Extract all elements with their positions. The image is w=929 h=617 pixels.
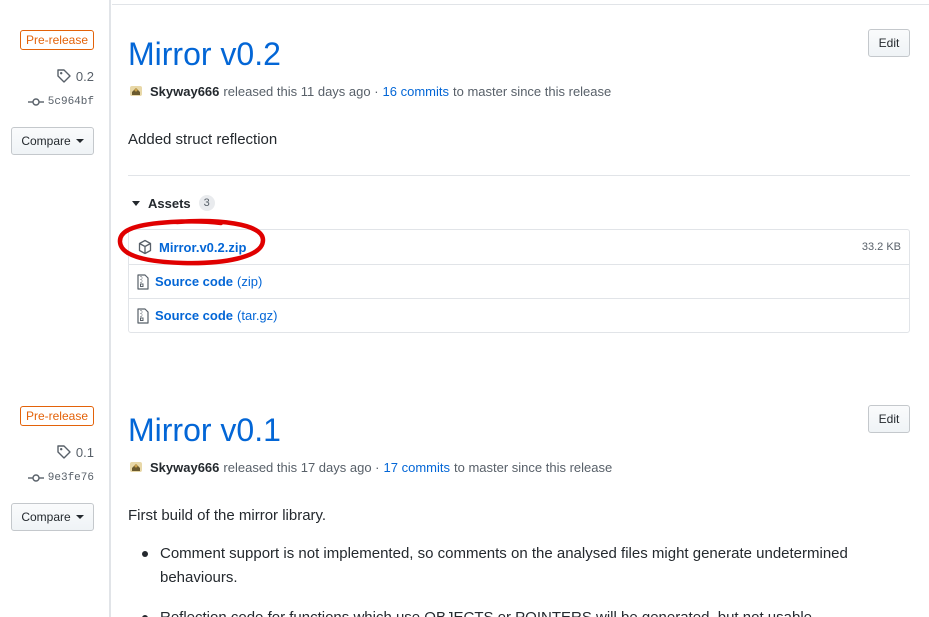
tag-icon	[57, 445, 71, 459]
list-item: Reflection code for functions which use …	[128, 606, 910, 617]
release-title[interactable]: Mirror v0.2	[128, 34, 281, 74]
avatar[interactable]	[128, 83, 144, 99]
edit-label: Edit	[878, 412, 900, 426]
commit-sha: 9e3fe76	[47, 472, 94, 484]
released-text: released this 17 days ago ·	[223, 459, 380, 475]
release-description: First build of the mirror library.	[128, 507, 327, 524]
source-code-zip-link[interactable]: Source code	[155, 274, 233, 289]
caret-down-icon	[75, 515, 84, 519]
commits-suffix: to master since this release	[453, 459, 613, 475]
triangle-down-icon	[132, 200, 140, 206]
tag-icon	[57, 69, 71, 83]
assets-label: Assets	[148, 195, 191, 211]
compare-label: Compare	[21, 510, 71, 524]
prerelease-badge: Pre-release	[19, 406, 94, 426]
edit-label: Edit	[878, 36, 900, 50]
prerelease-badge: Pre-release	[19, 30, 94, 50]
release-meta: Skyway666 released this 11 days ago · 16…	[128, 81, 611, 101]
release-description: Added struct reflection	[128, 131, 278, 148]
release-main: Mirror v0.1 Edit Skyway666 released this…	[128, 376, 910, 617]
commits-link[interactable]: 17 commits	[384, 460, 450, 475]
avatar[interactable]	[128, 459, 144, 475]
commits-link[interactable]: 16 commits	[383, 84, 449, 99]
release-sidebar: Pre-release 0.1 9e3fe76 Compare	[0, 376, 109, 617]
tag-name: 0.2	[75, 68, 94, 84]
release-title[interactable]: Mirror v0.1	[128, 410, 281, 450]
commit-sha: 5c964bf	[47, 96, 94, 108]
commit-label[interactable]: 5c964bf	[27, 94, 94, 110]
compare-button[interactable]: Compare	[11, 127, 94, 155]
asset-row: Source code (tar.gz)	[129, 298, 909, 332]
commit-icon	[27, 474, 44, 482]
asset-row: Mirror.v0.2.zip 33.2 KB	[117, 218, 909, 266]
asset-row: Source code (zip)	[129, 264, 909, 298]
compare-label: Compare	[21, 134, 71, 148]
edit-button[interactable]: Edit	[868, 29, 910, 57]
file-zip-icon	[137, 307, 149, 324]
tag-label[interactable]: 0.2	[56, 67, 94, 85]
package-icon	[138, 239, 152, 255]
commit-label[interactable]: 9e3fe76	[27, 470, 94, 486]
release-sidebar: Pre-release 0.2 5c964bf Compare	[0, 0, 109, 360]
list-item: Comment support is not implemented, so c…	[128, 542, 910, 590]
assets-count: 3	[198, 195, 215, 211]
asset-size: 33.2 KB	[861, 241, 901, 253]
released-text: released this 11 days ago ·	[223, 83, 379, 99]
assets-toggle[interactable]: Assets 3	[132, 193, 215, 213]
file-zip-icon	[137, 273, 149, 290]
asset-format[interactable]: (zip)	[237, 274, 262, 289]
compare-button[interactable]: Compare	[11, 503, 94, 531]
asset-list: Mirror.v0.2.zip 33.2 KB Source code (zip…	[117, 218, 910, 333]
asset-format[interactable]: (tar.gz)	[237, 308, 277, 323]
release-meta: Skyway666 released this 17 days ago · 17…	[128, 457, 612, 477]
edit-button[interactable]: Edit	[868, 405, 910, 433]
author-link[interactable]: Skyway666	[150, 84, 219, 99]
release-main: Mirror v0.2 Edit Skyway666 released this…	[117, 0, 910, 360]
author-link[interactable]: Skyway666	[150, 460, 219, 475]
tag-name: 0.1	[75, 444, 94, 460]
asset-download-link[interactable]: Mirror.v0.2.zip	[159, 240, 246, 255]
release-timeline	[109, 0, 111, 617]
assets-divider	[128, 175, 910, 176]
caret-down-icon	[75, 139, 84, 143]
release-notes-list: Comment support is not implemented, so c…	[128, 542, 910, 617]
tag-label[interactable]: 0.1	[56, 443, 94, 461]
commit-icon	[27, 98, 44, 106]
commits-suffix: to master since this release	[453, 83, 612, 99]
source-code-targz-link[interactable]: Source code	[155, 308, 233, 323]
